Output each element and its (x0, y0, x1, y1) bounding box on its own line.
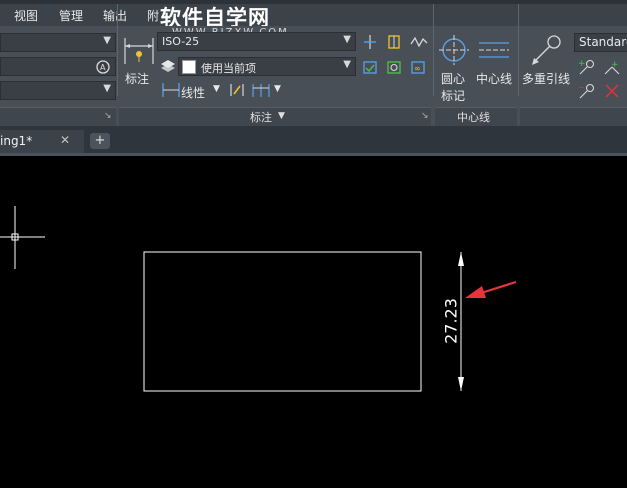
menu-item-output[interactable]: 输出 (103, 7, 127, 24)
svg-text:+: + (578, 59, 586, 69)
close-icon[interactable]: ✕ (60, 133, 70, 147)
dim-style-value: ISO-25 (162, 35, 200, 48)
dimension-icon[interactable] (122, 34, 156, 68)
center-mark-label-line1[interactable]: 圆心 (441, 70, 465, 87)
chevron-down-icon[interactable]: ▼ (274, 84, 281, 94)
dimension-panel-title[interactable]: 标注 (250, 109, 272, 125)
dimension-value-text: 27.23 (441, 298, 461, 344)
left-dropdown-1[interactable]: ▼ (0, 33, 116, 52)
annotation-arrow-icon (465, 280, 517, 298)
inspect-wave-icon[interactable] (410, 34, 428, 50)
dim-layer-dropdown[interactable]: 使用当前项 ▼ (178, 57, 356, 76)
chevron-down-icon: ▼ (343, 59, 351, 70)
color-swatch (182, 60, 196, 74)
panel-launcher-icon[interactable]: ↘ (104, 111, 112, 121)
centerline-icon[interactable] (477, 38, 511, 62)
add-leader-icon[interactable]: + (578, 58, 596, 76)
tab-drawing1-label[interactable]: ing1* (0, 134, 32, 148)
svg-text:∞: ∞ (414, 64, 421, 73)
chevron-down-icon[interactable]: ▼ (213, 84, 220, 94)
continue-dimension-icon[interactable] (251, 82, 271, 98)
panel-separator (518, 4, 519, 96)
svg-text:A: A (100, 63, 106, 72)
drawn-rectangle (143, 251, 422, 392)
centerline-panel-title: 中心线 (457, 111, 490, 124)
leader-style-value: Standard (579, 35, 627, 49)
menu-bar (0, 0, 627, 26)
linear-button-label[interactable]: 线性 (181, 84, 205, 101)
layer-stack-icon (161, 60, 175, 72)
chevron-down-icon: ▼ (103, 35, 111, 46)
dimension-panel-footer (119, 107, 431, 126)
panel-separator (117, 4, 118, 96)
menu-item-view[interactable]: 视图 (14, 7, 38, 24)
remove-leader-icon[interactable]: − (578, 82, 596, 100)
svg-text:+: + (611, 60, 619, 70)
center-mark-icon[interactable] (438, 34, 470, 68)
menu-item-addins[interactable]: 附 (147, 7, 159, 24)
crosshair-cursor-icon (0, 206, 45, 269)
centerline-button-label[interactable]: 中心线 (476, 70, 512, 87)
panel-separator (433, 4, 434, 96)
reassociate-icon[interactable]: ∞ (410, 59, 426, 75)
multileader-icon[interactable] (528, 34, 564, 68)
oblique-dimension-icon[interactable] (362, 59, 378, 75)
leader-style-dropdown[interactable]: Standard (574, 33, 627, 52)
left-panel-footer (0, 107, 116, 126)
menu-item-manage[interactable]: 管理 (59, 7, 83, 24)
align-leader-icon[interactable]: + (603, 58, 621, 76)
update-dimension-icon[interactable] (386, 59, 402, 75)
collect-leader-icon[interactable] (603, 82, 621, 100)
svg-text:−: − (578, 83, 585, 92)
panel-launcher-icon[interactable]: ↘ (421, 111, 429, 121)
linear-dimension-icon[interactable] (161, 82, 181, 98)
leader-panel-footer (520, 107, 627, 126)
search-icon[interactable]: A (95, 59, 111, 75)
chevron-down-icon: ▼ (343, 34, 351, 45)
dim-style-dropdown[interactable]: ISO-25 ▼ (157, 32, 356, 51)
dimension-button-label[interactable]: 标注 (125, 70, 149, 87)
dim-layer-value: 使用当前项 (201, 62, 256, 75)
menu-bar-top-edge (0, 0, 627, 4)
center-mark-label-line2[interactable]: 标记 (441, 87, 465, 104)
chevron-down-icon: ▼ (103, 83, 111, 94)
left-search-field[interactable]: A (0, 57, 116, 76)
caret-down-icon[interactable]: ▼ (278, 111, 285, 121)
break-dimension-icon[interactable] (386, 34, 402, 50)
drawing-overlay (0, 206, 517, 392)
left-dropdown-3[interactable]: ▼ (0, 81, 116, 100)
multileader-button-label[interactable]: 多重引线 (522, 70, 570, 87)
new-tab-button[interactable]: + (90, 133, 110, 149)
adjust-space-icon[interactable] (362, 34, 378, 50)
quick-dimension-icon[interactable] (228, 82, 246, 98)
